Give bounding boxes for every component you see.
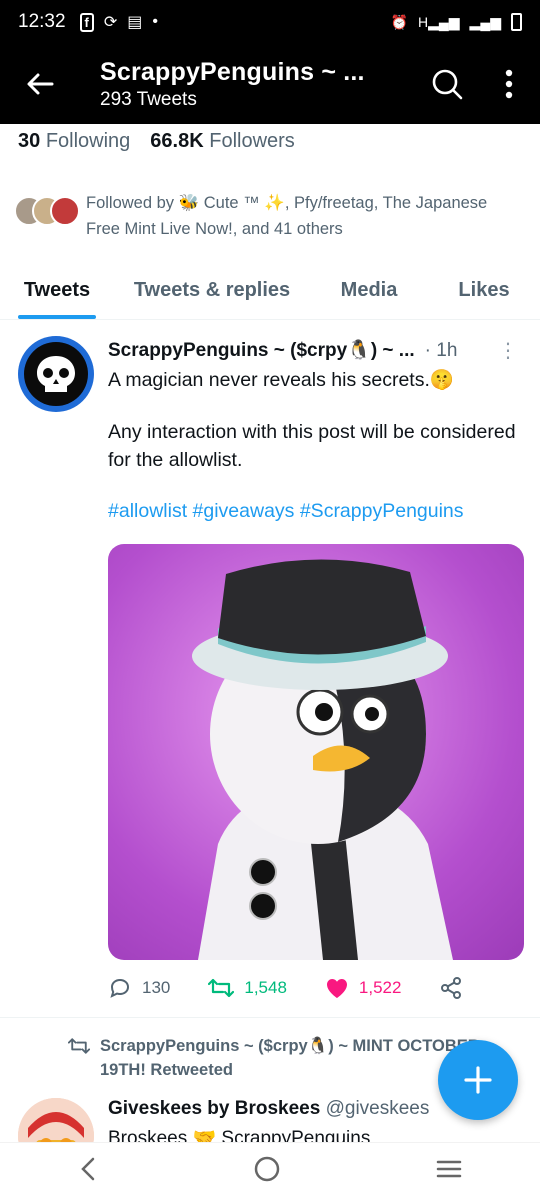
page-title: ScrappyPenguins ~ ... [100, 57, 365, 86]
more-vertical-icon [505, 69, 513, 99]
profile-header: ScrappyPenguins ~ ... 293 Tweets [0, 44, 540, 124]
plus-icon [464, 1066, 492, 1094]
tweet-text-line1: A magician never reveals his secrets.🤫 [108, 369, 455, 391]
dot-icon: • [152, 13, 159, 30]
alarm-icon: ⏰ [390, 13, 408, 30]
compose-tweet-button[interactable] [438, 1040, 518, 1120]
avatar[interactable] [18, 336, 94, 412]
share-button[interactable] [439, 976, 463, 1000]
tweet2-text: Broskees 🤝 ScrappyPenguins [108, 1128, 371, 1142]
avatar [50, 196, 80, 226]
tab-likes[interactable]: Likes [428, 262, 540, 319]
tab-tweets-replies[interactable]: Tweets & replies [114, 262, 310, 319]
more-options-button[interactable] [478, 44, 540, 124]
status-time: 12:32 [18, 11, 66, 32]
home-circle-icon [254, 1156, 280, 1182]
reply-count: 130 [142, 978, 171, 997]
arrow-left-icon [27, 73, 54, 95]
penguin-magician-image [192, 559, 453, 960]
retweet-button[interactable]: 1,548 [208, 977, 287, 999]
tweet-author[interactable]: ScrappyPenguins ~ ($crpy🐧) ~ ... [108, 338, 415, 362]
status-left-icons: f ⟳ ▤ • [79, 12, 159, 32]
nav-recents-button[interactable] [436, 1158, 462, 1185]
skull-logo-icon [37, 356, 75, 392]
reply-icon [110, 978, 130, 998]
signal-h-icon: H▂▄▆ [417, 13, 460, 30]
tab-media[interactable]: Media [310, 262, 428, 319]
tweet-hashtags[interactable]: #allowlist #giveaways #ScrappyPenguins [108, 500, 524, 523]
tweet-text-line2: Any interaction with this post will be c… [108, 421, 516, 471]
following-link[interactable]: 30 Following [18, 130, 130, 153]
tweet-body: ScrappyPenguins ~ ($crpy🐧) ~ ... · 1h ⋮ … [108, 338, 524, 523]
like-button[interactable]: 1,522 [325, 977, 402, 999]
battery-icon [511, 13, 522, 31]
tweet-image[interactable] [108, 544, 524, 960]
tweet-time: · 1h [424, 340, 458, 361]
tweet2-author[interactable]: Giveskees by Broskees [108, 1098, 320, 1119]
tweet-more-icon[interactable]: ⋮ [498, 338, 518, 363]
retweet-count: 1,548 [244, 978, 287, 997]
tweet-count: 293 Tweets [100, 88, 197, 110]
search-button[interactable] [416, 44, 478, 124]
system-nav-bar [0, 1142, 540, 1200]
heart-filled-icon [326, 979, 347, 998]
header-titles: ScrappyPenguins ~ ... 293 Tweets [80, 58, 416, 111]
back-button[interactable] [0, 44, 80, 124]
tweet-actions: 130 1,548 1,522 [108, 968, 524, 1008]
chevron-left-icon [80, 1157, 94, 1181]
profile-tabs: Tweets Tweets & replies Media Likes [0, 262, 540, 320]
tweet2-handle[interactable]: @giveskees [326, 1098, 430, 1119]
share-icon [441, 977, 462, 999]
status-right-icons: ⏰ H▂▄▆ ▂▄▆ [391, 13, 522, 31]
status-bar: 12:32 f ⟳ ▤ • ⏰ H▂▄▆ ▂▄▆ [0, 0, 540, 44]
signal-icon: ▂▄▆ [469, 13, 501, 30]
tweet[interactable]: ScrappyPenguins ~ ($crpy🐧) ~ ... · 1h ⋮ … [0, 320, 540, 1018]
nav-back-button[interactable] [78, 1156, 98, 1187]
follow-stats: 30 Following 66.8K Followers [18, 130, 295, 153]
like-count: 1,522 [358, 978, 402, 997]
nav-home-button[interactable] [253, 1155, 281, 1188]
tab-tweets[interactable]: Tweets [0, 262, 114, 319]
retweet-icon [68, 1038, 90, 1054]
facebook-icon: f [79, 12, 94, 32]
followed-by[interactable]: Followed by 🐝 Cute ™ ✨, Pfy/freetag, The… [14, 190, 524, 242]
sync-icon: ⟳ [103, 14, 118, 31]
followed-by-avatars [14, 190, 80, 230]
followed-by-text: Followed by 🐝 Cute ™ ✨, Pfy/freetag, The… [86, 194, 488, 238]
followers-link[interactable]: 66.8K Followers [150, 130, 295, 153]
wallet-icon: ▤ [127, 14, 143, 31]
active-tab-indicator [18, 315, 96, 319]
tweet-header: ScrappyPenguins ~ ($crpy🐧) ~ ... · 1h [108, 338, 524, 362]
tweet2-header: Giveskees by Broskees @giveskees [108, 1098, 429, 1120]
reply-button[interactable]: 130 [108, 976, 170, 1000]
menu-lines-icon [437, 1160, 462, 1178]
retweet-icon [208, 978, 235, 998]
search-icon [432, 69, 463, 100]
